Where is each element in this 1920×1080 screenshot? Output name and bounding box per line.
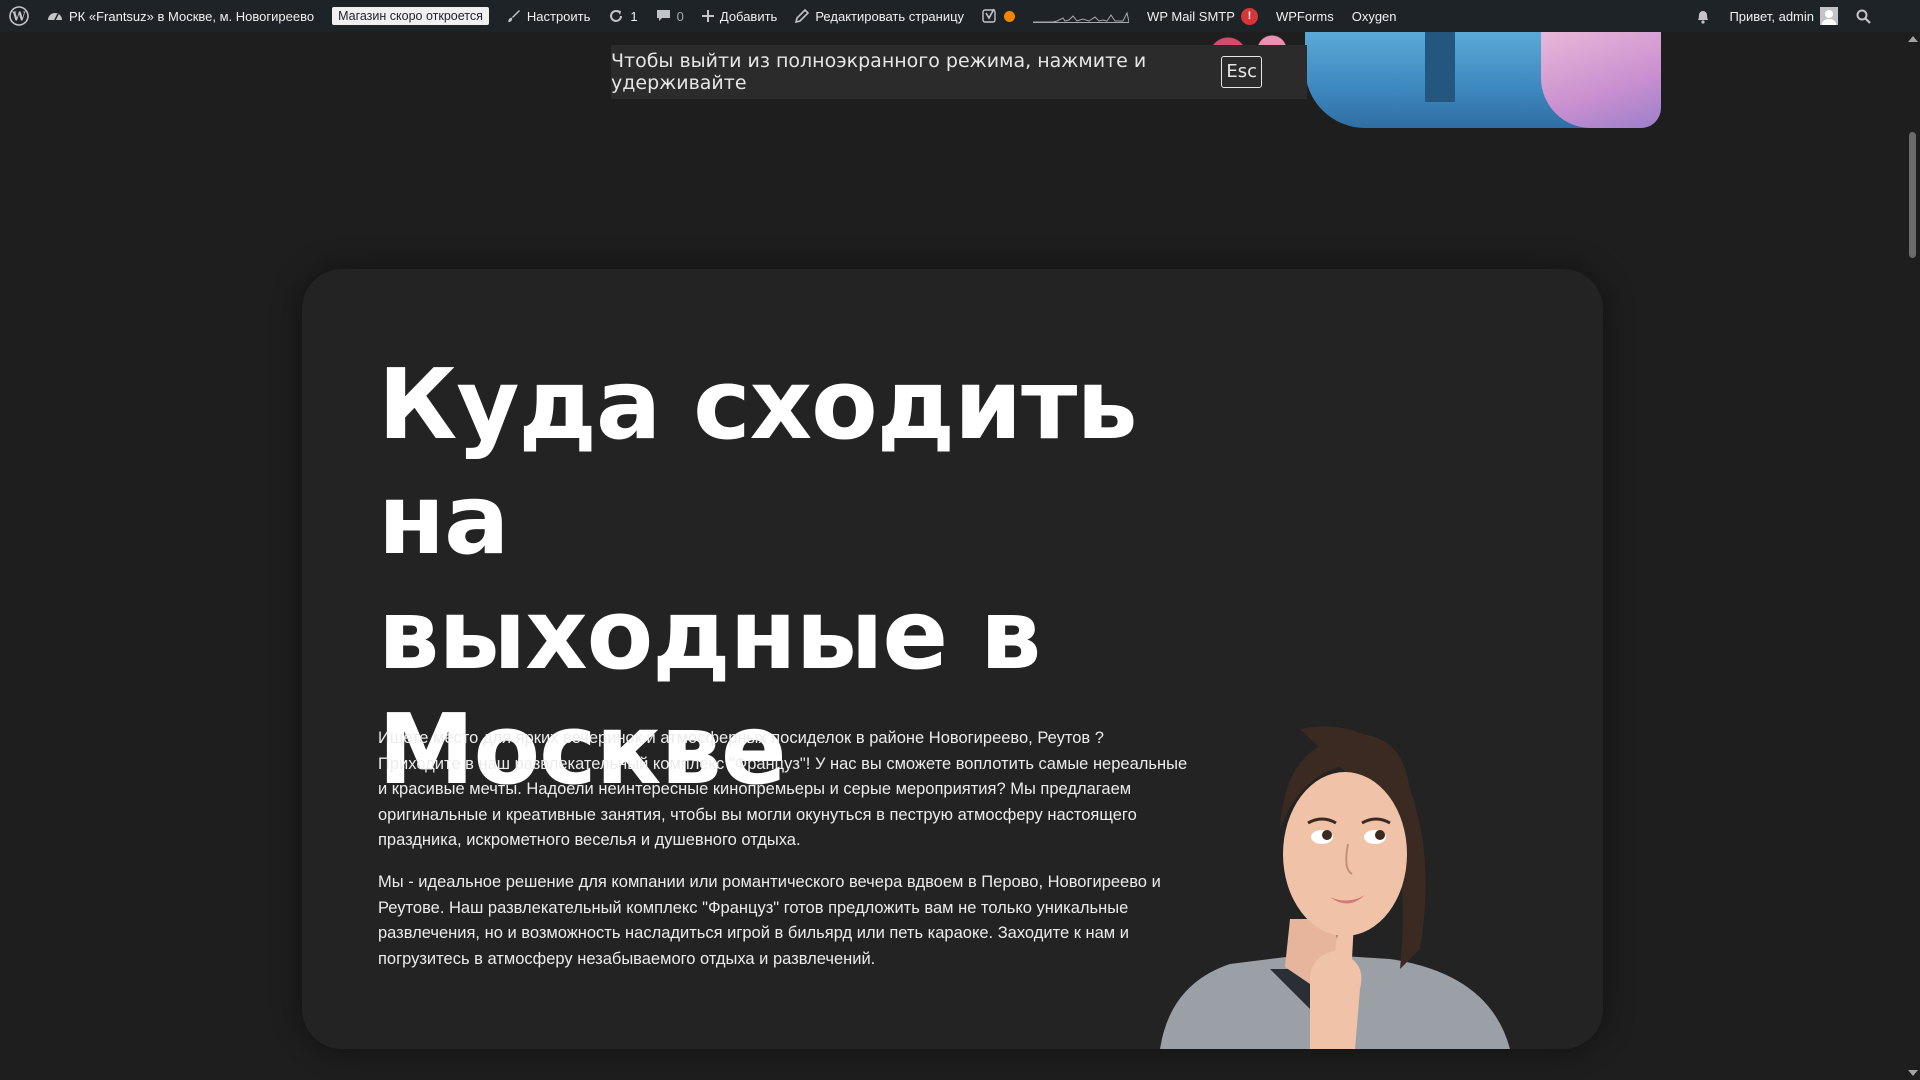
oxygen-menu[interactable]: Oxygen: [1343, 0, 1406, 32]
thinking-woman-illustration: [1160, 726, 1510, 1049]
title-line-2: выходные в: [378, 578, 1041, 691]
title-line-1: Куда сходить на: [378, 348, 1138, 576]
wpforms-label: WPForms: [1275, 8, 1334, 24]
sparkline-chart-icon: [1033, 11, 1130, 23]
scroll-thumb[interactable]: [1909, 132, 1916, 258]
fullscreen-exit-notice: Чтобы выйти из полноэкранного режима, на…: [611, 45, 1307, 99]
updates-count: 1: [630, 8, 638, 24]
admin-bar: W РК «Frantsuz» в Москве, м. Новогиреево…: [0, 0, 1920, 32]
store-coming-soon-badge[interactable]: Магазин скоро откроется: [323, 0, 498, 32]
refresh-icon: [610, 10, 623, 22]
yoast-seo-menu[interactable]: [973, 0, 1024, 32]
comments-count: 0: [676, 8, 684, 24]
stats-sparkline[interactable]: [1024, 0, 1138, 32]
wordpress-logo-icon[interactable]: W: [0, 0, 38, 32]
scroll-up-arrow-icon[interactable]: [1908, 36, 1918, 42]
comments-link[interactable]: 0: [647, 0, 693, 32]
avatar: [1820, 7, 1838, 25]
brush-icon: [507, 10, 520, 22]
scroll-down-arrow-icon[interactable]: [1908, 1070, 1918, 1076]
oxygen-label: Oxygen: [1351, 8, 1397, 24]
add-new-label: Добавить: [719, 8, 778, 24]
plus-icon: [701, 10, 714, 22]
edit-page-label: Редактировать страницу: [815, 8, 965, 24]
notifications-button[interactable]: [1686, 0, 1720, 32]
updates-link[interactable]: 1: [599, 0, 646, 32]
add-new-link[interactable]: Добавить: [693, 0, 786, 32]
wp-mail-smtp-menu[interactable]: WP Mail SMTP !: [1138, 0, 1267, 32]
svg-text:W: W: [11, 10, 26, 24]
page-scrollbar[interactable]: [1905, 32, 1920, 1080]
wpforms-menu[interactable]: WPForms: [1267, 0, 1343, 32]
my-account-menu[interactable]: Привет, admin: [1720, 0, 1847, 32]
store-badge-label: Магазин скоро откроется: [332, 7, 489, 25]
edit-page-link[interactable]: Редактировать страницу: [786, 0, 973, 32]
esc-key-hint: Esc: [1221, 56, 1262, 88]
comment-icon: [656, 10, 670, 21]
site-name-label: РК «Frantsuz» в Москве, м. Новогиреево: [69, 8, 315, 24]
intro-paragraph-2: Мы - идеальное решение для компании или …: [378, 873, 1161, 968]
fullscreen-message: Чтобы выйти из полноэкранного режима, на…: [611, 50, 1147, 94]
customize-label: Настроить: [526, 8, 591, 24]
customize-link[interactable]: Настроить: [498, 0, 600, 32]
wp-mail-smtp-label: WP Mail SMTP: [1147, 8, 1235, 24]
site-name-link[interactable]: РК «Frantsuz» в Москве, м. Новогиреево: [38, 0, 323, 32]
bell-icon: [1698, 11, 1709, 24]
intro-card: Куда сходить на выходные в Москве Ищете …: [302, 269, 1603, 1049]
search-button[interactable]: [1847, 0, 1880, 32]
alert-badge: !: [1240, 7, 1258, 25]
greeting-label: Привет, admin: [1729, 8, 1814, 24]
intro-paragraph-1: Ищете место для ярких вечеринок и атмосф…: [378, 729, 1188, 849]
seo-status-dot: [1004, 10, 1016, 22]
dashboard-icon: [48, 13, 62, 21]
yoast-icon: [982, 8, 996, 23]
search-icon: [1856, 9, 1871, 24]
pencil-icon: [795, 9, 810, 23]
